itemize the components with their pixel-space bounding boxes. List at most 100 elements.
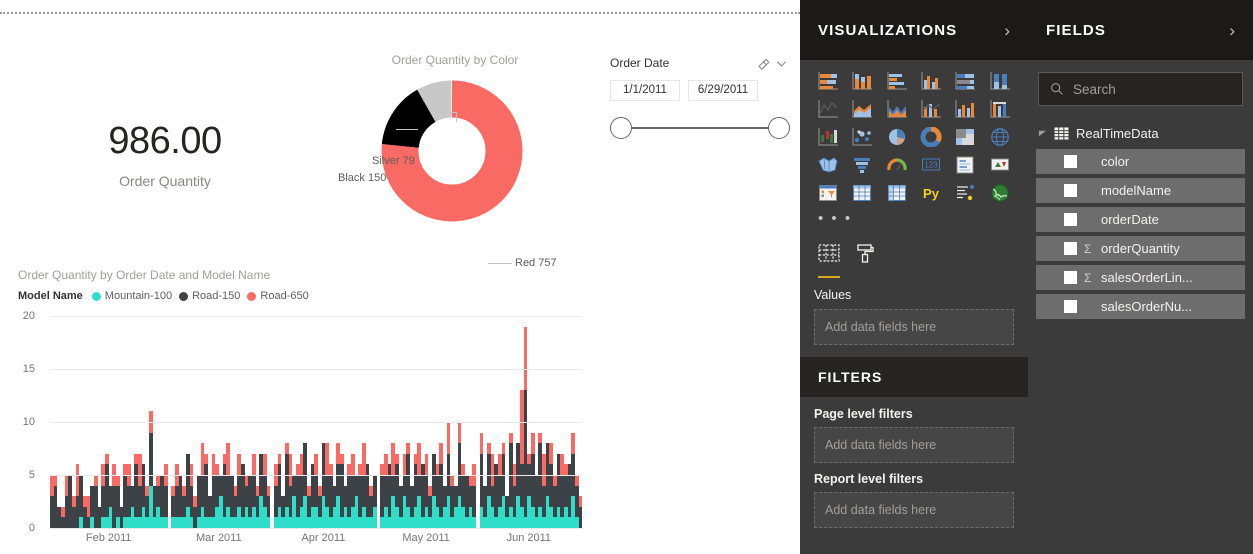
legend-item-mountain-100[interactable]: Mountain-100 xyxy=(91,290,172,302)
funnel-chart-icon[interactable] xyxy=(846,152,878,178)
search-input[interactable]: Search xyxy=(1038,72,1243,106)
legend-item-label: Road-150 xyxy=(192,290,241,302)
slicer-icon[interactable] xyxy=(812,180,844,206)
stacked-column-chart-visual[interactable]: Order Quantity by Order Date and Model N… xyxy=(8,262,598,552)
matrix-icon[interactable] xyxy=(881,180,913,206)
clustered-bar-chart-icon[interactable] xyxy=(881,68,913,94)
stacked-area-chart-icon[interactable] xyxy=(881,96,913,122)
bar-segment[interactable] xyxy=(472,517,476,528)
field-row[interactable]: ΣorderDate xyxy=(1036,207,1245,232)
line-and-clustered-column-chart-icon[interactable] xyxy=(949,96,981,122)
gridline xyxy=(50,422,582,423)
x-axis-tick-label: Jun 2011 xyxy=(506,532,552,544)
treemap-icon[interactable] xyxy=(949,124,981,150)
field-checkbox[interactable] xyxy=(1064,155,1077,168)
100-percent-stacked-column-chart-icon[interactable] xyxy=(984,68,1016,94)
slicer-range-slider[interactable] xyxy=(610,116,790,140)
r-script-visual-icon[interactable] xyxy=(949,180,981,206)
values-well-title: Values xyxy=(814,288,852,302)
filters-section-body: Page level filters Add data fields here … xyxy=(800,397,1028,538)
100-percent-stacked-bar-chart-icon[interactable] xyxy=(949,68,981,94)
bar-segment[interactable] xyxy=(373,506,377,528)
bar-chart-plot-inner: Feb 2011 Mar 2011 Apr 2011 May 2011 Jun 2011 xyxy=(50,316,583,544)
line-chart-icon[interactable] xyxy=(812,96,844,122)
legend-item-road-650[interactable]: Road-650 xyxy=(247,290,309,302)
chevron-right-icon[interactable]: › xyxy=(1229,22,1235,39)
report-level-filters-dropzone[interactable]: Add data fields here xyxy=(814,492,1014,528)
donut-label-silver: Silver 79 xyxy=(372,155,415,167)
chevron-down-icon[interactable] xyxy=(772,54,790,72)
triangle-collapse-icon[interactable] xyxy=(1038,129,1047,138)
fields-tab[interactable] xyxy=(818,244,840,278)
field-checkbox[interactable] xyxy=(1064,184,1077,197)
values-dropzone[interactable]: Add data fields here xyxy=(814,309,1014,345)
fields-table-row[interactable]: RealTimeData xyxy=(1028,122,1253,149)
page-level-filters-dropzone[interactable]: Add data fields here xyxy=(814,427,1014,463)
line-and-stacked-column-chart-icon[interactable] xyxy=(915,96,947,122)
kpi-icon[interactable] xyxy=(984,152,1016,178)
slicer-end-date-input[interactable]: 6/29/2011 xyxy=(688,80,758,101)
date-slicer-visual[interactable]: Order Date 1/1/2011 6/29/2011 xyxy=(602,48,798,143)
donut-chart-svg[interactable] xyxy=(378,77,526,225)
bar-segment[interactable] xyxy=(163,517,168,528)
field-row[interactable]: ΣorderQuantity xyxy=(1036,236,1245,261)
bar-segment[interactable] xyxy=(373,475,377,507)
pie-chart-icon[interactable] xyxy=(881,124,913,150)
field-checkbox[interactable] xyxy=(1064,213,1077,226)
bar-segment[interactable] xyxy=(578,506,583,528)
stacked-column-chart-icon[interactable] xyxy=(846,68,878,94)
visualizations-pane-title: VISUALIZATIONS xyxy=(818,21,958,39)
search-placeholder: Search xyxy=(1073,81,1116,97)
clustered-column-chart-icon[interactable] xyxy=(915,68,947,94)
bar-segment[interactable] xyxy=(578,496,583,507)
area-chart-icon[interactable] xyxy=(846,96,878,122)
field-row[interactable]: ΣsalesOrderLin... xyxy=(1036,265,1245,290)
legend-item-road-150[interactable]: Road-150 xyxy=(179,290,240,302)
field-name-label: modelName xyxy=(1101,183,1172,198)
bar-segment[interactable] xyxy=(266,517,271,528)
map-icon[interactable] xyxy=(984,124,1016,150)
bar-segment[interactable] xyxy=(266,496,271,518)
field-checkbox[interactable] xyxy=(1064,300,1077,313)
multi-row-card-icon[interactable] xyxy=(949,152,981,178)
slicer-start-date-input[interactable]: 1/1/2011 xyxy=(610,80,680,101)
scatter-chart-icon[interactable] xyxy=(846,124,878,150)
ribbon-chart-icon[interactable] xyxy=(984,96,1016,122)
visualizations-pane-tabs[interactable] xyxy=(800,228,1028,278)
bar-segment[interactable] xyxy=(266,485,271,497)
visualization-type-grid[interactable]: 123 Py xyxy=(800,60,1028,206)
bar-segment[interactable] xyxy=(163,485,168,518)
chevron-right-icon[interactable]: › xyxy=(1004,22,1010,39)
arcgis-map-icon[interactable] xyxy=(984,180,1016,206)
table-icon[interactable] xyxy=(846,180,878,206)
ellipsis-icon[interactable]: • • • xyxy=(800,206,1028,228)
eraser-icon[interactable] xyxy=(754,54,772,72)
gauge-chart-icon[interactable] xyxy=(881,152,913,178)
slicer-title: Order Date xyxy=(610,56,670,70)
slicer-date-inputs: 1/1/2011 6/29/2011 xyxy=(602,72,798,101)
field-checkbox[interactable] xyxy=(1064,271,1077,284)
x-axis-tick-label: Apr 2011 xyxy=(301,532,346,544)
card-visual-order-quantity[interactable]: 986.00 Order Quantity xyxy=(20,120,310,189)
donut-chart-icon[interactable] xyxy=(915,124,947,150)
format-tab[interactable] xyxy=(854,244,876,278)
stacked-bar-chart-icon[interactable] xyxy=(812,68,844,94)
waterfall-chart-icon[interactable] xyxy=(812,124,844,150)
python-visual-icon[interactable]: Py xyxy=(915,180,947,206)
field-row[interactable]: ΣmodelName xyxy=(1036,178,1245,203)
y-axis-tick-label: 0 xyxy=(28,522,35,534)
gridline xyxy=(50,369,582,370)
card-icon[interactable]: 123 xyxy=(915,152,947,178)
slider-handle-end[interactable] xyxy=(768,117,790,139)
donut-label-black: Black 150 xyxy=(338,172,387,184)
legend-swatch-icon xyxy=(91,291,101,301)
filled-map-icon[interactable] xyxy=(812,152,844,178)
slider-handle-start[interactable] xyxy=(610,117,632,139)
field-checkbox[interactable] xyxy=(1064,242,1077,255)
donut-chart-visual[interactable]: Order Quantity by Color Silver 79 Black … xyxy=(310,48,600,269)
bar-segment[interactable] xyxy=(472,485,476,518)
fields-pane-title: FIELDS xyxy=(1046,21,1106,39)
field-row[interactable]: Σcolor xyxy=(1036,149,1245,174)
field-row[interactable]: ΣsalesOrderNu... xyxy=(1036,294,1245,319)
report-canvas[interactable]: 986.00 Order Quantity Order Quantity by … xyxy=(0,0,800,554)
